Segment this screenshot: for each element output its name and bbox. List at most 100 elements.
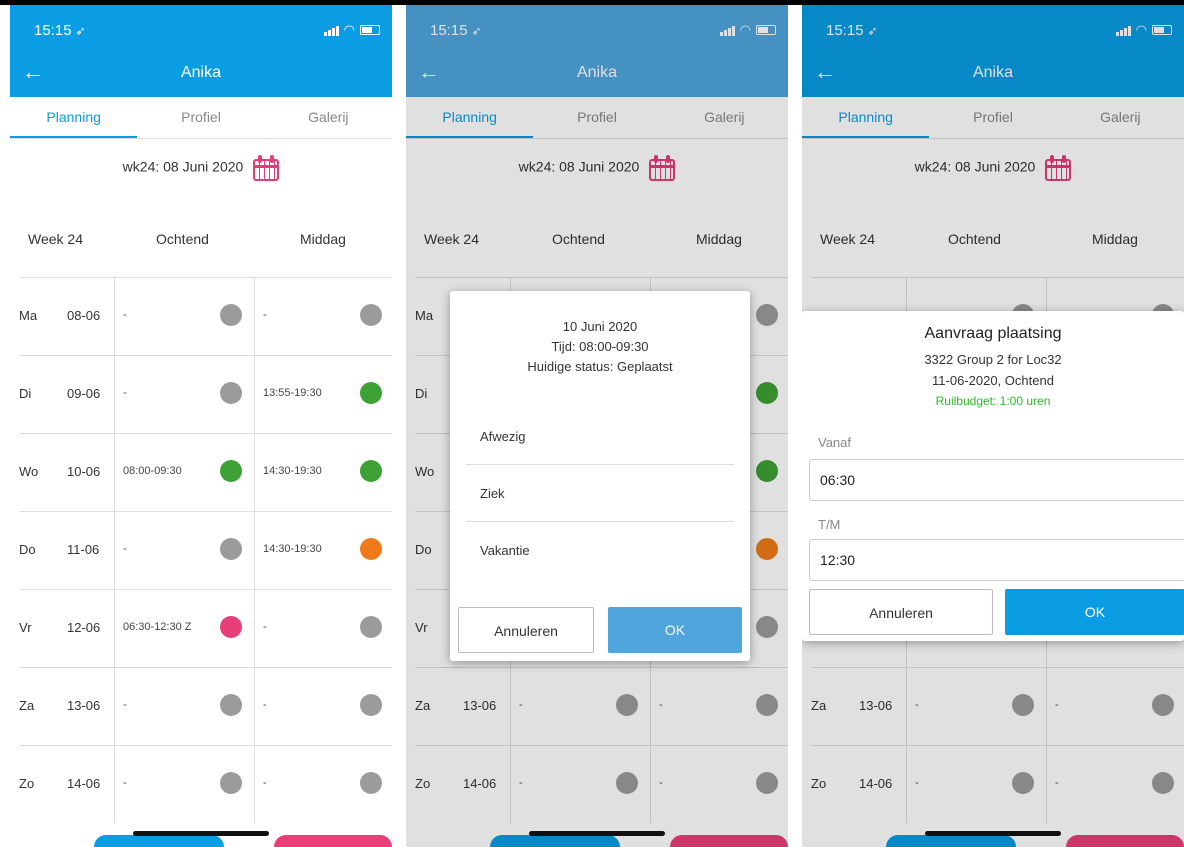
row-day: Zo bbox=[19, 776, 35, 791]
to-field[interactable]: 12:30 bbox=[809, 539, 1184, 581]
dialog-date: 10 Juni 2020 bbox=[562, 319, 638, 334]
afternoon-time: - bbox=[263, 777, 267, 789]
status-dot[interactable] bbox=[360, 304, 382, 326]
afternoon-cell[interactable]: 13:55-19:30 bbox=[254, 356, 392, 433]
request-dialog: Aanvraag plaatsing 3322 Group 2 for Loc32… bbox=[802, 311, 1184, 641]
status-dot[interactable] bbox=[360, 616, 382, 638]
afternoon-time: 14:30-19:30 bbox=[263, 465, 322, 477]
dialog-time: Tijd: 08:00-09:30 bbox=[551, 339, 649, 354]
ok-button[interactable]: OK bbox=[608, 607, 742, 653]
option-afwezig[interactable]: Afwezig bbox=[466, 409, 734, 465]
afternoon-cell[interactable]: - bbox=[254, 590, 392, 667]
afternoon-cell[interactable]: 14:30-19:30 bbox=[254, 512, 392, 589]
home-indicator bbox=[133, 831, 269, 836]
morning-cell[interactable]: - bbox=[114, 278, 254, 355]
page-title: Anika bbox=[180, 64, 222, 81]
row-date: 08-06 bbox=[67, 308, 101, 323]
status-dot[interactable] bbox=[360, 694, 382, 716]
dialog-slot: 11-06-2020, Ochtend bbox=[932, 373, 1054, 388]
dialog-group: 3322 Group 2 for Loc32 bbox=[924, 352, 1062, 367]
tab-galerij[interactable]: Galerij bbox=[265, 97, 392, 138]
row-day: Za bbox=[19, 698, 35, 713]
col-morning: Ochtend bbox=[156, 231, 209, 247]
from-label: Vanaf bbox=[818, 435, 852, 450]
status-dot[interactable] bbox=[220, 460, 242, 482]
morning-time: - bbox=[123, 543, 127, 555]
wifi-icon: ◠ bbox=[343, 22, 355, 37]
table-row: Zo 14-06 - - bbox=[19, 745, 392, 823]
screen-planning: 15:15 ➶ ◠ ← Anika Planning Profiel Galerij wk24:… bbox=[10, 5, 392, 847]
table-row: Ma 08-06 - - bbox=[19, 277, 392, 355]
dialog-title: Aanvraag plaatsing bbox=[924, 325, 1062, 342]
column-headers: Week 24 Ochtend Middag bbox=[10, 231, 392, 251]
row-date: 09-06 bbox=[67, 386, 101, 401]
col-week: Week 24 bbox=[28, 231, 83, 247]
week-selector: wk24: 08 Juni 2020 bbox=[10, 155, 392, 181]
bottom-buttons bbox=[10, 835, 392, 847]
app-header: 15:15 ➶ ◠ ← Anika bbox=[10, 5, 392, 97]
bottom-pill-left[interactable] bbox=[94, 835, 224, 847]
dialog-status: Huidige status: Geplaatst bbox=[527, 359, 673, 374]
screen-request-dialog: 15:15 ➶ ◠ ← Anika Planning Profiel Galerij wk24:… bbox=[802, 5, 1184, 847]
tab-planning[interactable]: Planning bbox=[10, 97, 138, 138]
option-vakantie[interactable]: Vakantie bbox=[466, 523, 734, 579]
ok-button[interactable]: OK bbox=[1005, 589, 1184, 635]
calendar-icon[interactable] bbox=[253, 155, 280, 181]
status-dot[interactable] bbox=[360, 382, 382, 404]
status-dot[interactable] bbox=[220, 694, 242, 716]
row-day: Vr bbox=[19, 620, 32, 635]
table-row: Vr 12-06 06:30-12:30 Z - bbox=[19, 589, 392, 667]
status-dot[interactable] bbox=[360, 460, 382, 482]
row-day: Di bbox=[19, 386, 32, 401]
morning-time: - bbox=[123, 699, 127, 711]
cancel-button[interactable]: Annuleren bbox=[809, 589, 993, 635]
from-field[interactable]: 06:30 bbox=[809, 459, 1184, 501]
status-dot[interactable] bbox=[220, 772, 242, 794]
status-dot[interactable] bbox=[220, 538, 242, 560]
morning-cell[interactable]: - bbox=[114, 356, 254, 433]
battery-icon bbox=[360, 25, 380, 35]
afternoon-time: - bbox=[263, 309, 267, 321]
row-day: Ma bbox=[19, 308, 38, 323]
morning-cell[interactable]: 06:30-12:30 Z bbox=[114, 590, 254, 667]
afternoon-cell[interactable]: 14:30-19:30 bbox=[254, 434, 392, 511]
cancel-button[interactable]: Annuleren bbox=[458, 607, 594, 653]
afternoon-time: 13:55-19:30 bbox=[263, 387, 322, 399]
afternoon-time: 14:30-19:30 bbox=[263, 543, 322, 555]
afternoon-cell[interactable]: - bbox=[254, 278, 392, 355]
morning-time: 08:00-09:30 bbox=[123, 465, 182, 477]
row-date: 14-06 bbox=[67, 776, 101, 791]
row-day: Do bbox=[19, 542, 36, 557]
morning-cell[interactable]: - bbox=[114, 668, 254, 745]
to-label: T/M bbox=[818, 517, 841, 532]
morning-cell[interactable]: - bbox=[114, 512, 254, 589]
afternoon-time: - bbox=[263, 699, 267, 711]
status-dot[interactable] bbox=[220, 304, 242, 326]
row-date: 13-06 bbox=[67, 698, 101, 713]
status-dot[interactable] bbox=[220, 382, 242, 404]
table-row: Do 11-06 - 14:30-19:30 bbox=[19, 511, 392, 589]
status-dot[interactable] bbox=[220, 616, 242, 638]
status-dot[interactable] bbox=[360, 772, 382, 794]
status-time: 15:15 ➶ bbox=[34, 22, 86, 39]
status-dialog: 10 Juni 2020 Tijd: 08:00-09:30 Huidige sta… bbox=[450, 291, 750, 661]
home-indicator bbox=[529, 831, 665, 836]
screen-status-dialog: 15:15 ➶ ◠ ← Anika Planning Profiel Galerij wk24:… bbox=[406, 5, 788, 847]
morning-time: - bbox=[123, 309, 127, 321]
tab-bar: Planning Profiel Galerij bbox=[10, 97, 392, 139]
dialog-details: 3322 Group 2 for Loc32 11-06-2020, Ochten… bbox=[802, 349, 1184, 412]
morning-cell[interactable]: - bbox=[114, 746, 254, 823]
morning-cell[interactable]: 08:00-09:30 bbox=[114, 434, 254, 511]
bottom-pill-right[interactable] bbox=[274, 835, 392, 847]
morning-time: - bbox=[123, 777, 127, 789]
afternoon-cell[interactable]: - bbox=[254, 746, 392, 823]
option-ziek[interactable]: Ziek bbox=[466, 466, 734, 522]
location-arrow-icon: ➶ bbox=[75, 24, 86, 38]
tab-profiel[interactable]: Profiel bbox=[137, 97, 264, 138]
afternoon-cell[interactable]: - bbox=[254, 668, 392, 745]
dialog-info: 10 Juni 2020 Tijd: 08:00-09:30 Huidige sta… bbox=[450, 317, 750, 377]
col-afternoon: Middag bbox=[300, 231, 346, 247]
week-label: wk24: 08 Juni 2020 bbox=[122, 158, 244, 175]
morning-time: 06:30-12:30 Z bbox=[123, 621, 192, 633]
status-dot[interactable] bbox=[360, 538, 382, 560]
